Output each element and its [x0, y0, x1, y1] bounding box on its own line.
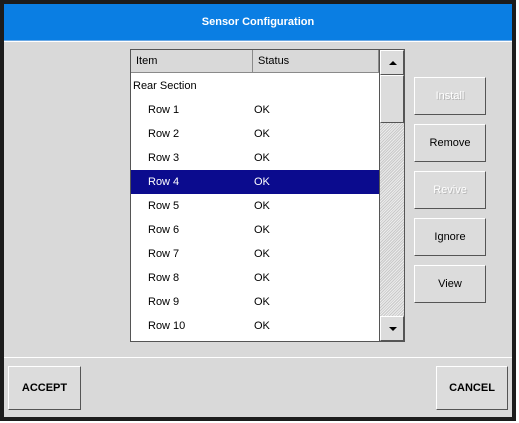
row-item-label: Row 2 — [148, 128, 180, 140]
title-bar: Sensor Configuration — [4, 4, 512, 41]
sensor-list[interactable]: Item Status Rear Section Row 1 OK Row 2 OK Ro… — [130, 49, 405, 342]
ignore-button[interactable]: Ignore — [414, 218, 486, 256]
cancel-button[interactable]: CANCEL — [436, 366, 508, 410]
revive-button[interactable]: Revive — [414, 171, 486, 209]
scroll-thumb[interactable] — [380, 75, 404, 123]
remove-button[interactable]: Remove — [414, 124, 486, 162]
row-item-label: Row 4 — [148, 176, 180, 188]
column-header-status[interactable]: Status — [253, 50, 379, 72]
row-status-label: OK — [254, 296, 270, 308]
row-item-label: Row 7 — [148, 248, 180, 260]
list-row[interactable]: Row 5 OK — [131, 194, 379, 218]
view-button[interactable]: View — [414, 265, 486, 303]
list-row[interactable]: Row 10 OK — [131, 314, 379, 338]
footer-divider — [4, 357, 512, 358]
scroll-up-button[interactable] — [380, 50, 404, 75]
row-status-label: OK — [254, 104, 270, 116]
list-row[interactable]: Row 9 OK — [131, 290, 379, 314]
row-item-label: Row 10 — [148, 320, 186, 332]
list-row[interactable]: Row 4 OK — [131, 170, 379, 194]
triangle-down-icon — [389, 327, 397, 331]
row-status-label: OK — [254, 200, 270, 212]
row-status-label: OK — [254, 248, 270, 260]
row-item-label: Row 6 — [148, 224, 180, 236]
row-status-label: OK — [254, 176, 270, 188]
list-row[interactable]: Row 3 OK — [131, 146, 379, 170]
accept-button[interactable]: ACCEPT — [8, 366, 81, 410]
triangle-up-icon — [389, 61, 397, 65]
list-row[interactable]: Row 7 OK — [131, 242, 379, 266]
row-status-label: OK — [254, 152, 270, 164]
row-status-label: OK — [254, 128, 270, 140]
row-item-label: Row 5 — [148, 200, 180, 212]
list-row[interactable]: Row 1 OK — [131, 98, 379, 122]
list-row[interactable]: Row 8 OK — [131, 266, 379, 290]
row-status-label: OK — [254, 224, 270, 236]
vertical-scrollbar[interactable] — [379, 50, 404, 341]
row-status-label: OK — [254, 272, 270, 284]
scroll-down-button[interactable] — [380, 316, 404, 341]
row-item-label: Row 8 — [148, 272, 180, 284]
dialog-title: Sensor Configuration — [201, 16, 315, 28]
list-row[interactable]: Row 2 OK — [131, 122, 379, 146]
title-divider — [4, 41, 512, 42]
row-status-label: OK — [254, 320, 270, 332]
row-item-label: Row 1 — [148, 104, 180, 116]
row-item-label: Row 9 — [148, 296, 180, 308]
row-item-label: Row 3 — [148, 152, 180, 164]
install-button[interactable]: Install — [414, 77, 486, 115]
list-section-header[interactable]: Rear Section — [131, 74, 379, 98]
column-header-item[interactable]: Item — [131, 50, 253, 72]
row-item-label: Rear Section — [133, 80, 197, 92]
list-header: Item Status — [131, 50, 379, 73]
list-row[interactable]: Row 6 OK — [131, 218, 379, 242]
